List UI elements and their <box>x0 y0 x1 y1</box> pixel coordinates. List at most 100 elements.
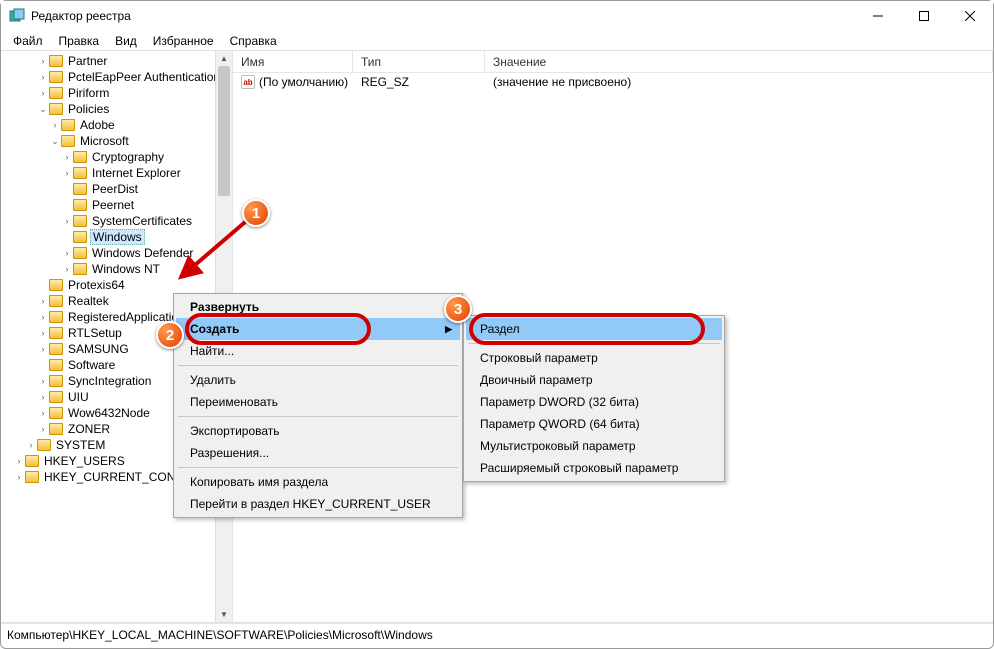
folder-icon <box>49 295 63 307</box>
tree-label: Microsoft <box>78 134 131 148</box>
menu-item[interactable]: Копировать имя раздела <box>176 471 460 493</box>
collapse-icon[interactable]: ⌄ <box>49 136 61 147</box>
expand-icon[interactable]: › <box>13 472 25 482</box>
col-type[interactable]: Тип <box>353 51 485 72</box>
tree-label: Policies <box>66 102 111 116</box>
menu-favorites[interactable]: Избранное <box>147 32 220 50</box>
menu-edit[interactable]: Правка <box>53 32 106 50</box>
menu-item[interactable]: Расширяемый строковый параметр <box>466 457 722 479</box>
folder-icon <box>73 167 87 179</box>
menu-item[interactable]: Найти... <box>176 340 460 362</box>
folder-icon <box>73 247 87 259</box>
menu-file[interactable]: Файл <box>7 32 49 50</box>
collapse-icon[interactable]: ⌄ <box>37 104 49 115</box>
folder-icon <box>25 471 39 483</box>
tree-label: Windows <box>90 229 145 245</box>
row-type: REG_SZ <box>353 75 485 89</box>
menu-separator <box>178 467 458 468</box>
expand-icon[interactable]: › <box>37 344 49 354</box>
folder-icon <box>73 151 87 163</box>
titlebar: Редактор реестра <box>1 1 993 31</box>
expand-icon[interactable]: › <box>37 376 49 386</box>
menu-item[interactable]: Развернуть <box>176 296 460 318</box>
tree-item[interactable]: ⌄ Policies <box>1 101 232 117</box>
row-value: (значение не присвоено) <box>485 75 993 89</box>
menu-item[interactable]: Двоичный параметр <box>466 369 722 391</box>
folder-icon <box>49 375 63 387</box>
statusbar: Компьютер\HKEY_LOCAL_MACHINE\SOFTWARE\Po… <box>1 623 993 645</box>
expand-icon[interactable]: › <box>37 424 49 434</box>
scroll-down-icon[interactable]: ▼ <box>216 607 232 622</box>
col-value[interactable]: Значение <box>485 51 993 72</box>
menu-help[interactable]: Справка <box>224 32 283 50</box>
menu-item[interactable]: Удалить <box>176 369 460 391</box>
menu-item[interactable]: Экспортировать <box>176 420 460 442</box>
tree-label: PctelEapPeer Authentication <box>66 70 222 84</box>
scroll-up-icon[interactable]: ▲ <box>216 51 232 66</box>
tree-label: Windows NT <box>90 262 162 276</box>
list-row[interactable]: ab(По умолчанию) REG_SZ (значение не при… <box>233 73 993 91</box>
menu-separator <box>178 416 458 417</box>
menu-view[interactable]: Вид <box>109 32 143 50</box>
menu-item[interactable]: Параметр QWORD (64 бита) <box>466 413 722 435</box>
menu-item[interactable]: Создать▶ <box>176 318 460 340</box>
tree-label: HKEY_USERS <box>42 454 127 468</box>
folder-icon <box>61 135 75 147</box>
expand-icon[interactable]: › <box>37 392 49 402</box>
tree-item[interactable]: PeerDist <box>1 181 232 197</box>
expand-icon[interactable]: › <box>61 264 73 274</box>
folder-icon <box>49 103 63 115</box>
list-header: Имя Тип Значение <box>233 51 993 73</box>
row-name: (По умолчанию) <box>259 75 348 89</box>
menu-item[interactable]: Переименовать <box>176 391 460 413</box>
annotation-badge-3: 3 <box>444 295 472 323</box>
expand-icon[interactable]: › <box>61 248 73 258</box>
tree-label: UIU <box>66 390 91 404</box>
tree-item[interactable]: ⌄ Microsoft <box>1 133 232 149</box>
tree-label: Wow6432Node <box>66 406 152 420</box>
close-button[interactable] <box>947 1 993 31</box>
expand-icon[interactable]: › <box>61 216 73 226</box>
tree-label: SyncIntegration <box>66 374 153 388</box>
expand-icon[interactable]: › <box>61 168 73 178</box>
folder-icon <box>49 391 63 403</box>
col-name[interactable]: Имя <box>233 51 353 72</box>
folder-icon <box>37 439 51 451</box>
expand-icon[interactable]: › <box>49 120 61 130</box>
status-path: Компьютер\HKEY_LOCAL_MACHINE\SOFTWARE\Po… <box>7 628 433 642</box>
folder-icon <box>49 87 63 99</box>
tree-label: Software <box>66 358 117 372</box>
expand-icon[interactable]: › <box>37 312 49 322</box>
menu-item[interactable]: Строковый параметр <box>466 347 722 369</box>
menu-item[interactable]: Раздел <box>466 318 722 340</box>
expand-icon[interactable]: › <box>25 440 37 450</box>
expand-icon[interactable]: › <box>37 408 49 418</box>
menu-item[interactable]: Параметр DWORD (32 бита) <box>466 391 722 413</box>
expand-icon[interactable]: › <box>37 56 49 66</box>
maximize-button[interactable] <box>901 1 947 31</box>
tree-label: RTLSetup <box>66 326 124 340</box>
expand-icon[interactable]: › <box>13 456 25 466</box>
tree-label: Partner <box>66 54 109 68</box>
folder-icon <box>49 279 63 291</box>
tree-item[interactable]: ›Internet Explorer <box>1 165 232 181</box>
folder-icon <box>49 359 63 371</box>
expand-icon[interactable]: › <box>37 72 49 82</box>
tree-item[interactable]: ›Piriform <box>1 85 232 101</box>
menu-item[interactable]: Разрешения... <box>176 442 460 464</box>
tree-item[interactable]: ›Cryptography <box>1 149 232 165</box>
expand-icon[interactable]: › <box>37 88 49 98</box>
tree-label: PeerDist <box>90 182 140 196</box>
tree-item[interactable]: ›Adobe <box>1 117 232 133</box>
folder-icon <box>73 231 87 243</box>
tree-item[interactable]: › Partner <box>1 53 232 69</box>
expand-icon[interactable]: › <box>37 328 49 338</box>
minimize-button[interactable] <box>855 1 901 31</box>
scroll-thumb[interactable] <box>218 66 230 196</box>
annotation-badge-2: 2 <box>156 321 184 349</box>
menu-item[interactable]: Мультистроковый параметр <box>466 435 722 457</box>
tree-item[interactable]: › PctelEapPeer Authentication <box>1 69 232 85</box>
expand-icon[interactable]: › <box>37 296 49 306</box>
menu-item[interactable]: Перейти в раздел HKEY_CURRENT_USER <box>176 493 460 515</box>
expand-icon[interactable]: › <box>61 152 73 162</box>
